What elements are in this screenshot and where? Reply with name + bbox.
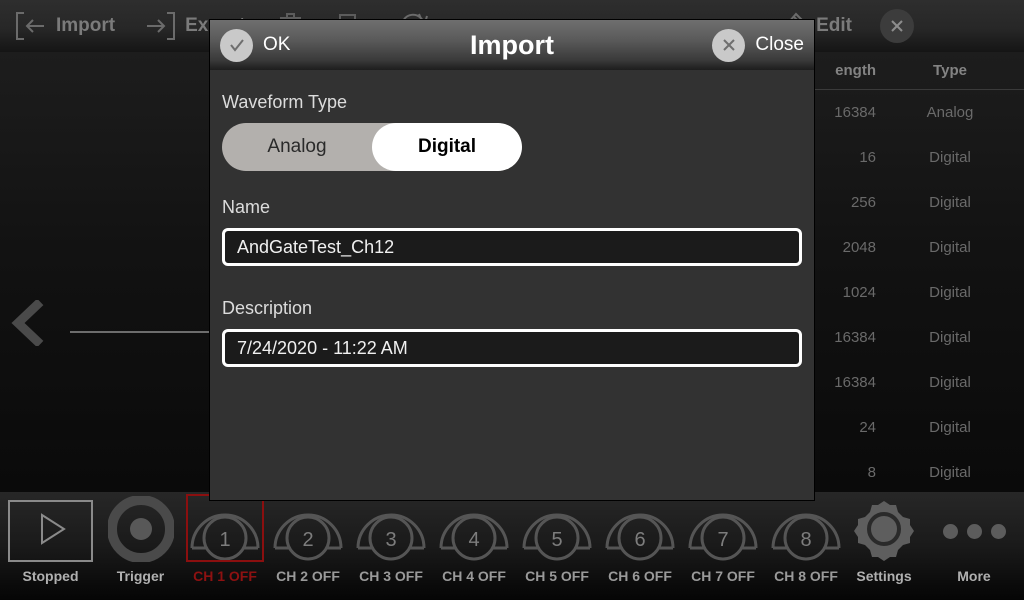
edit-label: Edit bbox=[816, 15, 852, 36]
channel-dial-icon: 5 bbox=[522, 513, 592, 561]
column-header-type: Type bbox=[933, 62, 967, 79]
check-circle-icon bbox=[220, 28, 253, 62]
bottom-bar: Stopped Trigger 1 CH 1 OFF 2 CH 2 OFF 3 CH 3 … bbox=[0, 492, 1024, 600]
table-row[interactable]: 16384 Analog bbox=[790, 90, 1024, 135]
cell-type: Digital bbox=[929, 284, 971, 301]
waveform-type-toggle[interactable]: Analog Digital bbox=[222, 123, 522, 171]
import-button[interactable]: Import bbox=[0, 0, 129, 52]
channel-label-2: CH 2 OFF bbox=[276, 568, 340, 584]
channel-dial-icon: 2 bbox=[273, 513, 343, 561]
cell-type: Digital bbox=[929, 239, 971, 256]
export-arrow-icon bbox=[143, 10, 177, 42]
dialog-close-button[interactable]: Close bbox=[712, 28, 804, 62]
table-row[interactable]: 8 Digital bbox=[790, 450, 1024, 495]
channel-label-8: CH 8 OFF bbox=[774, 568, 838, 584]
settings-button[interactable] bbox=[848, 496, 920, 566]
cell-type: Digital bbox=[929, 329, 971, 346]
channel-dial-icon: 3 bbox=[356, 513, 426, 561]
ellipsis-icon bbox=[942, 523, 958, 539]
cell-type: Digital bbox=[929, 374, 971, 391]
more-label: More bbox=[957, 568, 991, 584]
run-status-label: Stopped bbox=[22, 568, 79, 584]
channel-dial-icon: 8 bbox=[771, 513, 841, 561]
waveform-type-option-analog[interactable]: Analog bbox=[222, 123, 372, 171]
more-button[interactable] bbox=[938, 496, 1010, 566]
waveform-type-option-digital[interactable]: Digital bbox=[372, 123, 522, 171]
description-input-value: 7/24/2020 - 11:22 AM bbox=[237, 337, 408, 358]
settings-label: Settings bbox=[856, 568, 912, 584]
gear-icon bbox=[852, 497, 916, 566]
channel-button-8[interactable]: 8 bbox=[767, 496, 845, 566]
channel-label-4: CH 4 OFF bbox=[442, 568, 506, 584]
dialog-ok-button[interactable]: OK bbox=[220, 28, 291, 62]
import-label: Import bbox=[56, 15, 116, 36]
close-circle-icon bbox=[712, 28, 746, 62]
table-header: ength Type bbox=[790, 52, 1024, 90]
dialog-body: Waveform Type Analog Digital Name AndGat… bbox=[210, 70, 814, 367]
channel-label-1: CH 1 OFF bbox=[193, 568, 257, 584]
channel-button-3[interactable]: 3 bbox=[352, 496, 430, 566]
channel-label-3: CH 3 OFF bbox=[359, 568, 423, 584]
trigger-label: Trigger bbox=[116, 568, 165, 584]
svg-text:5: 5 bbox=[551, 529, 562, 551]
description-label: Description bbox=[222, 298, 313, 318]
svg-text:3: 3 bbox=[385, 529, 396, 551]
cell-type: Analog bbox=[926, 104, 974, 121]
table-row[interactable]: 16384 Digital bbox=[790, 360, 1024, 405]
channel-selection-outline bbox=[186, 494, 264, 562]
trigger-button[interactable] bbox=[103, 494, 178, 567]
dialog-ok-label: OK bbox=[263, 34, 291, 55]
channel-button-6[interactable]: 6 bbox=[601, 496, 679, 566]
import-arrow-icon bbox=[14, 10, 48, 42]
channel-label-7: CH 7 OFF bbox=[691, 568, 755, 584]
waveform-type-label: Waveform Type bbox=[222, 92, 348, 112]
dialog-close-label: Close bbox=[755, 34, 804, 55]
svg-text:8: 8 bbox=[800, 529, 811, 551]
name-input-value: AndGateTest_Ch12 bbox=[237, 236, 395, 257]
cell-type: Digital bbox=[929, 149, 971, 166]
table-row[interactable]: 1024 Digital bbox=[790, 270, 1024, 315]
channel-button-4[interactable]: 4 bbox=[435, 496, 513, 566]
channel-button-7[interactable]: 7 bbox=[684, 496, 762, 566]
channel-dial-icon: 7 bbox=[688, 513, 758, 561]
table-row[interactable]: 24 Digital bbox=[790, 405, 1024, 450]
application-window: Import Export bbox=[0, 0, 1024, 600]
table-row[interactable]: 16 Digital bbox=[790, 135, 1024, 180]
svg-text:6: 6 bbox=[634, 529, 645, 551]
name-input[interactable]: AndGateTest_Ch12 bbox=[222, 228, 802, 266]
cell-type: Digital bbox=[929, 194, 971, 211]
window-close-button[interactable] bbox=[866, 0, 1024, 52]
cell-type: Digital bbox=[929, 419, 971, 436]
svg-text:7: 7 bbox=[717, 529, 728, 551]
channel-dial-icon: 6 bbox=[605, 513, 675, 561]
dialog-header: OK Import Close bbox=[210, 20, 814, 70]
channel-button-2[interactable]: 2 bbox=[269, 496, 347, 566]
channel-button-1[interactable]: 1 bbox=[186, 494, 264, 566]
description-input[interactable]: 7/24/2020 - 11:22 AM bbox=[222, 329, 802, 367]
table-row[interactable]: 2048 Digital bbox=[790, 225, 1024, 270]
trigger-target-icon bbox=[106, 494, 175, 567]
name-label: Name bbox=[222, 197, 271, 217]
ellipsis-dot-3 bbox=[990, 523, 1006, 539]
ellipsis-dot-2 bbox=[966, 523, 982, 539]
channel-button-5[interactable]: 5 bbox=[518, 496, 596, 566]
import-dialog: OK Import Close Waveform Type Analog Dig… bbox=[210, 20, 814, 500]
channel-dial-icon: 4 bbox=[439, 513, 509, 561]
output-channel-group: 1 CH 1 OFF 2 CH 2 OFF 3 CH 3 OFF 4 CH 4 OFF 5 CH … bbox=[186, 492, 841, 600]
svg-text:4: 4 bbox=[468, 529, 479, 551]
chevron-left-icon[interactable] bbox=[8, 298, 48, 351]
table-body: 16384 Analog 16 Digital 256 Digital 2048 Digita… bbox=[790, 90, 1024, 495]
table-row[interactable]: 256 Digital bbox=[790, 180, 1024, 225]
table-row[interactable]: 16384 Digital bbox=[790, 315, 1024, 360]
channel-label-5: CH 5 OFF bbox=[525, 568, 589, 584]
play-icon bbox=[29, 507, 73, 556]
channel-label-6: CH 6 OFF bbox=[608, 568, 672, 584]
close-x-icon bbox=[880, 9, 914, 43]
cell-type: Digital bbox=[929, 464, 971, 481]
waveform-table: ength Type 16384 Analog 16 Digital 256 Digita… bbox=[790, 52, 1024, 492]
svg-text:2: 2 bbox=[302, 529, 313, 551]
run-stop-button[interactable] bbox=[8, 500, 93, 562]
